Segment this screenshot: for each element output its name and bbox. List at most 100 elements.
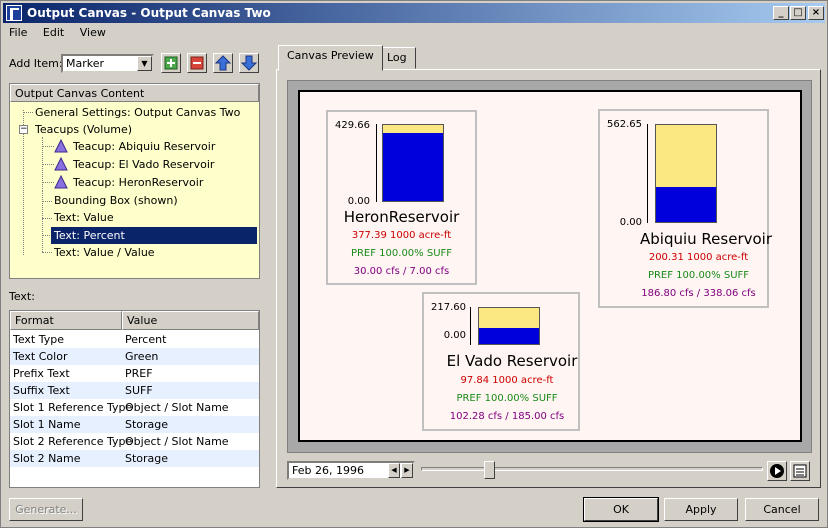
- arrow-up-icon: [214, 55, 232, 71]
- cell-value[interactable]: PREF: [122, 365, 153, 382]
- teacup-cup: [655, 124, 717, 223]
- cancel-button[interactable]: Cancel: [745, 498, 819, 521]
- cell-value[interactable]: SUFF: [122, 382, 153, 399]
- teacup-value-text: 97.84 1000 acre-ft: [460, 375, 554, 386]
- close-button[interactable]: ×: [808, 6, 824, 20]
- canvas-content-tree[interactable]: Output Canvas Content General Settings: …: [9, 83, 260, 279]
- cell-format: Slot 1 Name: [13, 418, 81, 431]
- maximize-button[interactable]: □: [790, 6, 806, 20]
- table-row[interactable]: Prefix Text PREF: [10, 365, 259, 382]
- cell-value[interactable]: Green: [122, 348, 158, 365]
- tree-item-abiquiu[interactable]: Teacup: Abiquiu Reservoir: [70, 138, 218, 155]
- column-value[interactable]: Value: [122, 311, 259, 330]
- teacup-el-vado[interactable]: 217.60 0.00 El Vado Reservoir 97.84 1000…: [422, 292, 580, 431]
- time-slider-thumb[interactable]: [484, 461, 496, 479]
- teacup-cup: [478, 307, 540, 345]
- minus-icon: [190, 56, 204, 70]
- tree-header: Output Canvas Content: [10, 84, 259, 102]
- teacup-icon: [54, 139, 68, 153]
- tree-item-text-percent[interactable]: Text: Percent: [51, 227, 257, 244]
- cell-value[interactable]: Percent: [122, 331, 166, 348]
- table-row[interactable]: Text Type Percent: [10, 331, 259, 348]
- tree-item-teacups[interactable]: Teacups (Volume): [32, 121, 135, 138]
- teacup-icon: [54, 175, 68, 189]
- date-next-button[interactable]: ▶: [401, 463, 413, 478]
- text-properties-grid: Format Value Text Type Percent Text Colo…: [9, 310, 260, 488]
- cell-value[interactable]: Object / Slot Name: [122, 399, 229, 416]
- chevron-down-icon[interactable]: ▼: [137, 56, 152, 71]
- teacup-value-text: 377.39 1000 acre-ft: [351, 230, 452, 241]
- teacup-fill: [383, 132, 443, 201]
- menu-file[interactable]: File: [3, 24, 33, 39]
- remove-button[interactable]: [187, 53, 207, 73]
- teacup-min: 0.00: [443, 330, 466, 341]
- time-slider[interactable]: [421, 467, 763, 471]
- menu-edit[interactable]: Edit: [37, 24, 70, 39]
- teacup-max: 562.65: [607, 119, 642, 130]
- add-button[interactable]: [161, 53, 181, 73]
- teacup-flow-text: 30.00 cfs / 7.00 cfs: [353, 266, 450, 277]
- cell-format: Text Type: [13, 333, 65, 346]
- cell-value[interactable]: Storage: [122, 416, 168, 433]
- teacup-percent-text: PREF 100.00% SUFF: [456, 393, 558, 404]
- cell-format: Slot 1 Reference Type: [13, 401, 133, 414]
- cell-format: Slot 2 Name: [13, 452, 81, 465]
- canvas-preview[interactable]: 429.66 0.00 HeronReservoir 377.39 1000 a…: [298, 90, 802, 442]
- title-bar: Output Canvas - Output Canvas Two _ □ ×: [3, 3, 825, 23]
- move-up-button[interactable]: [213, 53, 233, 73]
- grid-header: Format Value: [10, 311, 259, 330]
- table-row[interactable]: Slot 1 Name Storage: [10, 416, 259, 433]
- teacup-flow-text: 186.80 cfs / 338.06 cfs: [641, 288, 756, 299]
- teacup-percent-text: PREF 100.00% SUFF: [350, 248, 453, 259]
- tree-item-bounding-box[interactable]: Bounding Box (shown): [51, 192, 181, 209]
- teacup-heron[interactable]: 429.66 0.00 HeronReservoir 377.39 1000 a…: [326, 110, 477, 285]
- list-button[interactable]: [790, 461, 810, 481]
- cell-format: Prefix Text: [13, 367, 70, 380]
- window-title: Output Canvas - Output Canvas Two: [27, 6, 271, 20]
- teacup-max: 217.60: [431, 302, 466, 313]
- apply-button[interactable]: Apply: [664, 498, 738, 521]
- tree-item-el-vado[interactable]: Teacup: El Vado Reservoir: [70, 156, 217, 173]
- teacup-fill: [656, 187, 716, 222]
- table-row[interactable]: Suffix Text SUFF: [10, 382, 259, 399]
- list-icon: [793, 464, 807, 478]
- add-item-value: Marker: [66, 57, 105, 70]
- cell-format: Suffix Text: [13, 384, 70, 397]
- ok-button[interactable]: OK: [583, 497, 659, 522]
- tree-item-general-settings[interactable]: General Settings: Output Canvas Two: [32, 104, 243, 121]
- plus-icon: [164, 56, 178, 70]
- text-section-label: Text:: [9, 290, 35, 303]
- menu-view[interactable]: View: [74, 24, 112, 39]
- add-item-select[interactable]: Marker ▼: [61, 54, 154, 73]
- tab-canvas-preview[interactable]: Canvas Preview: [278, 45, 383, 71]
- app-icon: [6, 5, 22, 21]
- date-field[interactable]: Feb 26, 1996 ◀ ▶: [287, 461, 415, 480]
- tree-item-text-value[interactable]: Text: Value: [51, 209, 117, 226]
- table-row[interactable]: Slot 2 Name Storage: [10, 450, 259, 467]
- menu-bar: File Edit View: [3, 24, 825, 42]
- teacup-flow-text: 102.28 cfs / 185.00 cfs: [449, 411, 565, 422]
- cell-value[interactable]: Object / Slot Name: [122, 433, 229, 450]
- add-item-label: Add Item:: [9, 57, 63, 70]
- table-row[interactable]: Slot 1 Reference Type Object / Slot Name: [10, 399, 259, 416]
- tab-log[interactable]: Log: [378, 47, 416, 69]
- tree-item-text-value-value[interactable]: Text: Value / Value: [51, 244, 158, 261]
- teacup-name: Abiquiu Reservoir: [640, 230, 772, 248]
- table-row[interactable]: Text Color Green: [10, 348, 259, 365]
- table-row[interactable]: Slot 2 Reference Type Object / Slot Name: [10, 433, 259, 450]
- collapse-icon[interactable]: −: [19, 125, 28, 134]
- teacup-abiquiu[interactable]: 562.65 0.00 Abiquiu Reservoir 200.31 100…: [598, 109, 772, 308]
- tree-item-heron[interactable]: Teacup: HeronReservoir: [70, 174, 206, 191]
- date-prev-button[interactable]: ◀: [388, 463, 400, 478]
- column-format[interactable]: Format: [10, 311, 122, 330]
- cell-value[interactable]: Storage: [122, 450, 168, 467]
- generate-button[interactable]: Generate...: [9, 498, 83, 521]
- teacup-name: El Vado Reservoir: [446, 352, 578, 370]
- minimize-button[interactable]: _: [773, 6, 789, 20]
- teacup-icon: [54, 157, 68, 171]
- play-button[interactable]: [767, 461, 787, 481]
- move-down-button[interactable]: [239, 53, 259, 73]
- teacup-max: 429.66: [335, 120, 370, 131]
- cell-format: Slot 2 Reference Type: [13, 435, 133, 448]
- teacup-fill: [479, 327, 539, 344]
